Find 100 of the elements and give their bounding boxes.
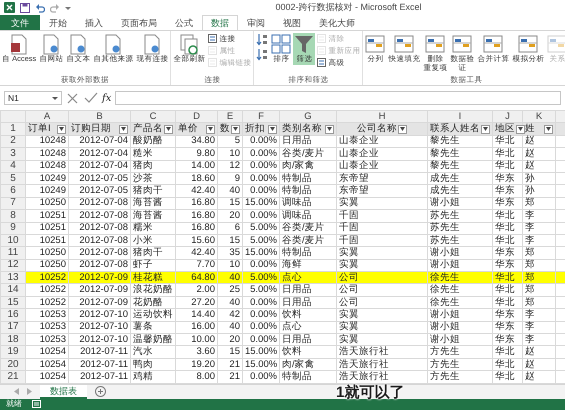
ribbon-tab[interactable]: 美化大师 xyxy=(310,15,364,30)
row-header: 3 xyxy=(0,148,26,160)
table-tool-icon xyxy=(425,34,446,55)
filter-dropdown-button[interactable] xyxy=(164,124,173,134)
cancel-icon[interactable] xyxy=(66,92,80,104)
table-cell: 日用品 xyxy=(280,135,336,148)
caret-icon[interactable] xyxy=(65,4,71,10)
row-header: 5 xyxy=(0,172,26,185)
filter-dropdown-button[interactable] xyxy=(325,124,334,134)
table-cell: 实翼 xyxy=(336,334,428,346)
document-icon xyxy=(68,34,88,55)
table-cell: 2012-07-08 xyxy=(68,222,130,234)
table-cell: 华北 xyxy=(492,160,522,172)
column-title-cell: 数 xyxy=(220,124,230,134)
table-cell: 猪肉干 xyxy=(130,184,176,198)
ribbon-tab[interactable]: 开始 xyxy=(40,15,76,30)
table-cell: 华北 xyxy=(492,296,522,309)
filter-dropdown-button[interactable] xyxy=(481,124,490,134)
ribbon-tab[interactable]: 页面布局 xyxy=(112,15,166,30)
table-cell: 华东 xyxy=(492,246,522,260)
formula-input-field[interactable] xyxy=(115,91,561,105)
table-cell: 9.80 xyxy=(176,148,218,160)
table-cell: 猪肉 xyxy=(130,160,176,172)
row-header: 15 xyxy=(0,296,26,309)
filter-dropdown-button[interactable] xyxy=(398,124,407,134)
ribbon-tab[interactable]: 数据 xyxy=(202,15,238,30)
table-cell: 华东 xyxy=(492,197,522,210)
table-cell: 0.00% xyxy=(242,135,280,148)
table-cell: 实翼 xyxy=(336,321,428,334)
table-cell: 谢小姐 xyxy=(428,308,492,322)
name-box[interactable]: N1 xyxy=(4,91,62,105)
table-cell: 2012-07-08 xyxy=(68,234,130,247)
ribbon-tab[interactable]: 公式 xyxy=(166,15,202,30)
table-cell: 10252 xyxy=(26,296,68,309)
undo-icon[interactable] xyxy=(35,2,45,12)
document-icon xyxy=(208,58,218,67)
table-cell: 10249 xyxy=(26,172,68,185)
table-cell: 20 xyxy=(218,334,242,346)
table-cell: 李 xyxy=(522,210,556,222)
insert-function-button[interactable]: fx xyxy=(102,90,112,106)
table-cell: 0.00% xyxy=(242,296,280,309)
table-cell: 山泰企业 xyxy=(336,160,428,172)
subtitle: 1就可以了 xyxy=(336,384,404,401)
table-tool-icon xyxy=(483,34,504,55)
filter-dropdown-button[interactable] xyxy=(206,124,215,134)
table-cell: 徐先生 xyxy=(428,284,492,296)
file-tab[interactable]: 文件 xyxy=(0,15,40,30)
table-cell: 赵 xyxy=(522,135,556,148)
ribbon-tab[interactable]: 插入 xyxy=(76,15,112,30)
table-cell: 谢小姐 xyxy=(428,246,492,260)
document-icon xyxy=(9,34,30,55)
filter-dropdown-button[interactable] xyxy=(516,124,525,134)
table-tool-icon xyxy=(365,34,386,55)
sheet-tab[interactable]: 数据表 xyxy=(40,384,87,399)
table-cell: 猪肉干 xyxy=(130,246,176,260)
document-icon xyxy=(208,34,218,43)
document-icon xyxy=(103,34,124,55)
sort-grid-icon xyxy=(271,34,292,55)
table-cell: 李 xyxy=(522,308,556,322)
table-cell: 34.80 xyxy=(176,135,218,148)
row-header: 14 xyxy=(0,284,26,296)
document-icon xyxy=(41,34,62,55)
table-cell: 2012-07-09 xyxy=(68,272,130,284)
table-tool-icon xyxy=(518,34,538,55)
table-cell: 方先生 xyxy=(428,370,492,384)
add-sheet-icon[interactable] xyxy=(95,386,106,398)
table-cell: 10253 xyxy=(26,334,68,346)
table-cell: 10251 xyxy=(26,222,68,234)
table-cell: 15 xyxy=(218,197,242,210)
table-cell: 10254 xyxy=(26,346,68,358)
macro-record-icon[interactable] xyxy=(32,400,41,408)
table-cell: 山泰企业 xyxy=(336,135,428,148)
filter-dropdown-button[interactable] xyxy=(57,124,66,134)
table-cell: 郑 xyxy=(522,246,556,260)
enter-icon[interactable] xyxy=(84,92,98,104)
sort-button[interactable] xyxy=(255,33,270,47)
table-cell: 14.40 xyxy=(176,308,218,322)
table-cell: 0.00% xyxy=(242,308,280,322)
filter-dropdown-button[interactable] xyxy=(268,124,277,134)
table-cell: 16.80 xyxy=(176,197,218,210)
table-cell: 实翼 xyxy=(336,197,428,210)
filter-dropdown-button[interactable] xyxy=(231,124,240,134)
table-cell: 点心 xyxy=(280,272,336,284)
table-cell: 15 xyxy=(218,346,242,358)
ribbon-tab[interactable]: 审阅 xyxy=(238,15,274,30)
table-cell: 14.00 xyxy=(176,160,218,172)
table-cell: 15.00% xyxy=(242,346,280,358)
column-title-cell: 地区 xyxy=(495,124,515,134)
table-cell: 15.00% xyxy=(242,358,280,371)
table-cell: 10253 xyxy=(26,321,68,334)
document-icon xyxy=(317,46,326,55)
table-cell: 调味品 xyxy=(280,210,336,222)
filter-dropdown-button[interactable] xyxy=(544,124,553,134)
save-icon[interactable] xyxy=(20,2,30,12)
filter-dropdown-button[interactable] xyxy=(119,124,128,134)
table-cell: 公司 xyxy=(336,272,428,284)
sort-button[interactable] xyxy=(255,48,270,62)
table-cell: 10252 xyxy=(26,284,68,296)
ribbon-tab[interactable]: 视图 xyxy=(274,15,310,30)
table-cell: 徐先生 xyxy=(428,296,492,309)
